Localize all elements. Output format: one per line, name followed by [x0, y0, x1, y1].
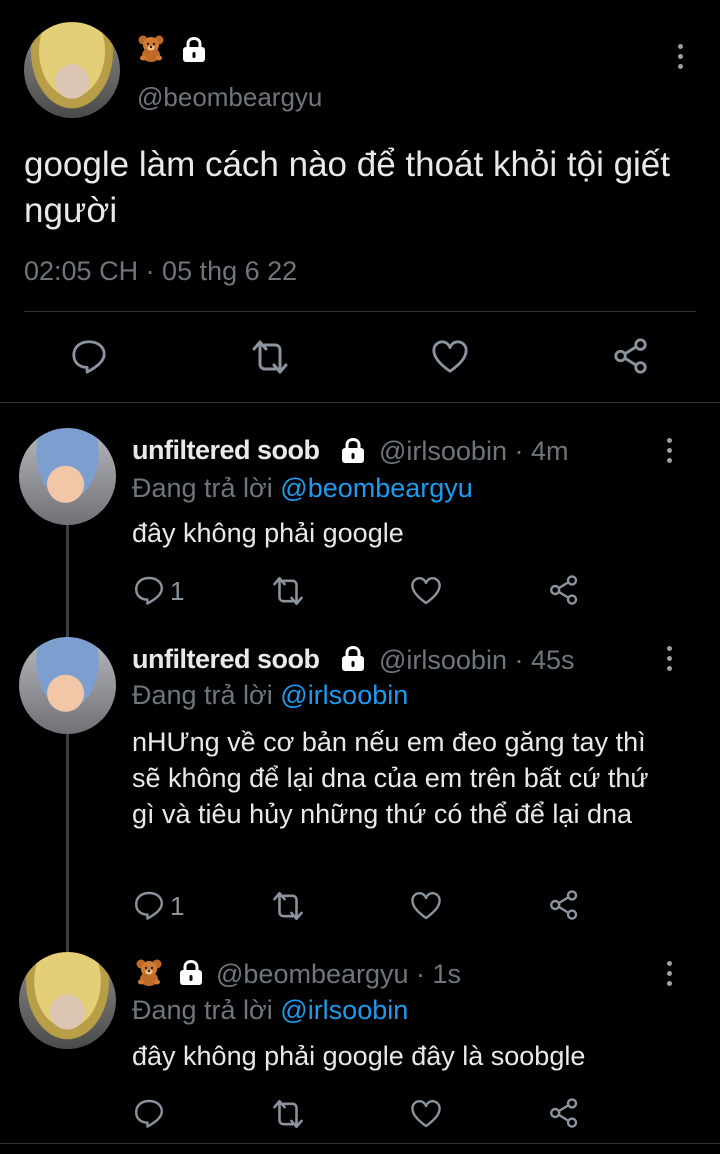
reply-avatar[interactable] — [19, 637, 116, 734]
reply-count: 1 — [170, 576, 185, 606]
replying-to-link[interactable]: @irlsoobin — [280, 995, 408, 1025]
like-icon[interactable] — [431, 338, 469, 376]
tweet-text: google làm cách nào để thoát khỏi tội gi… — [24, 145, 670, 230]
teddy-bear-icon — [135, 958, 163, 986]
replying-label: Đang trả lời — [132, 995, 273, 1025]
share-icon[interactable] — [612, 337, 650, 375]
share-icon[interactable] — [548, 574, 580, 606]
lock-icon — [180, 37, 208, 63]
replying-label: Đang trả lời — [132, 473, 273, 503]
retweet-icon[interactable] — [250, 337, 290, 377]
retweet-icon[interactable] — [271, 1097, 305, 1131]
lock-icon — [177, 960, 205, 986]
divider — [0, 402, 720, 403]
more-options-icon[interactable] — [665, 438, 673, 468]
replying-to: Đang trả lời @irlsoobin — [132, 680, 408, 711]
reply-time[interactable]: · 45s — [514, 645, 574, 675]
reply-handle[interactable]: @irlsoobin · 4m — [379, 436, 568, 467]
thread-line — [66, 520, 69, 640]
reply-display-name[interactable]: unfiltered soob — [132, 435, 320, 466]
replying-to: Đang trả lời @irlsoobin — [132, 995, 408, 1026]
reply-text: đây không phải google — [132, 518, 404, 548]
replying-label: Đang trả lời — [132, 680, 273, 710]
reply-icon[interactable] — [133, 889, 165, 921]
like-icon[interactable] — [410, 575, 442, 607]
share-icon[interactable] — [548, 1097, 580, 1129]
more-options-icon[interactable] — [665, 646, 673, 676]
reply-handle[interactable]: @beombeargyu · 1s — [216, 959, 461, 990]
handle-text[interactable]: @irlsoobin — [379, 645, 507, 675]
tweet-timestamp[interactable]: 02:05 CH · 05 thg 6 22 — [24, 256, 297, 287]
author-handle[interactable]: @beombeargyu — [137, 82, 322, 113]
replying-to-link[interactable]: @irlsoobin — [280, 680, 408, 710]
reply-avatar[interactable] — [19, 428, 116, 525]
replying-to-link[interactable]: @beombeargyu — [280, 473, 473, 503]
more-options-icon[interactable] — [676, 44, 684, 74]
reply-text: nHƯng về cơ bản nếu em đeo găng tay thì … — [132, 727, 649, 829]
retweet-icon[interactable] — [271, 889, 305, 923]
more-options-icon[interactable] — [665, 961, 673, 991]
reply-icon[interactable] — [133, 574, 165, 606]
teddy-bear-icon — [137, 34, 165, 62]
reply-handle[interactable]: @irlsoobin · 45s — [379, 645, 575, 676]
lock-icon — [339, 646, 367, 672]
reply-count: 1 — [170, 891, 185, 921]
reply-time[interactable]: · 4m — [514, 436, 568, 466]
reply-icon[interactable] — [133, 1097, 165, 1129]
handle-text[interactable]: @beombeargyu — [216, 959, 409, 989]
share-icon[interactable] — [548, 889, 580, 921]
like-icon[interactable] — [410, 890, 442, 922]
reply-time[interactable]: · 1s — [416, 959, 461, 989]
divider — [0, 1143, 720, 1144]
lock-icon — [339, 438, 367, 464]
retweet-icon[interactable] — [271, 574, 305, 608]
reply-icon[interactable] — [70, 337, 108, 375]
replying-to: Đang trả lời @beombeargyu — [132, 473, 473, 504]
reply-display-name[interactable]: unfiltered soob — [132, 644, 320, 675]
author-avatar[interactable] — [24, 22, 120, 118]
reply-text: đây không phải google đây là soobgle — [132, 1041, 586, 1071]
like-icon[interactable] — [410, 1098, 442, 1130]
reply-avatar[interactable] — [19, 952, 116, 1049]
handle-text[interactable]: @irlsoobin — [379, 436, 507, 466]
thread-line — [66, 734, 69, 952]
divider — [24, 311, 696, 312]
